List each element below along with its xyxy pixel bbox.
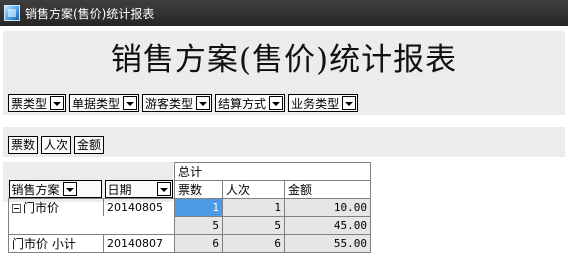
column-header-amount: 金额 (284, 180, 371, 199)
data-field-tickets[interactable]: 票数 (8, 136, 39, 154)
collapse-icon[interactable] (12, 204, 21, 213)
chevron-down-icon[interactable] (50, 96, 65, 110)
row-field-label: 销售方案 (11, 182, 60, 197)
filter-field-visitor-type[interactable]: 游客类型 (142, 94, 213, 112)
amount-cell[interactable]: 10.00 (284, 198, 371, 217)
subtotal-amount[interactable]: 55.00 (284, 234, 371, 253)
filter-field-label: 业务类型 (291, 96, 340, 111)
subtotal-tickets[interactable]: 6 (174, 234, 223, 253)
date-cell: 20140805 (107, 201, 163, 214)
chevron-down-icon[interactable] (123, 96, 138, 110)
pivot-table: 销售方案 日期 总计 票数 人次 金额 门市价 20140805 2014080… (8, 162, 371, 253)
filter-field-document-type[interactable]: 单据类型 (69, 94, 140, 112)
people-cell[interactable]: 1 (222, 198, 285, 217)
total-header: 总计 (174, 162, 371, 181)
people-cell[interactable]: 5 (222, 216, 285, 235)
subtotal-row: 门市价 小计 6 6 55.00 (8, 234, 371, 253)
group-name: 门市价 (23, 201, 60, 215)
window-titlebar: 销售方案(售价)统计报表 (0, 0, 568, 26)
filter-field-label: 票类型 (11, 96, 48, 111)
chevron-down-icon[interactable] (196, 96, 211, 110)
data-field-list: 票数 人次 金额 (8, 136, 107, 154)
row-field-date[interactable]: 日期 (104, 180, 173, 198)
filter-field-label: 结算方式 (218, 96, 267, 111)
column-header-people: 人次 (222, 180, 285, 199)
chevron-down-icon[interactable] (156, 182, 171, 196)
data-field-amount[interactable]: 金额 (74, 136, 105, 154)
app-icon (4, 5, 20, 21)
group-row-header[interactable]: 门市价 (9, 199, 104, 216)
filter-field-bar: 票类型 单据类型 游客类型 结算方式 业务类型 (8, 94, 361, 112)
amount-cell[interactable]: 45.00 (284, 216, 371, 235)
row-field-label: 日期 (107, 182, 132, 197)
chevron-down-icon[interactable] (269, 96, 284, 110)
date-cell: 20140807 (107, 237, 163, 250)
window-title: 销售方案(售价)统计报表 (25, 6, 155, 21)
tickets-cell[interactable]: 5 (174, 216, 223, 235)
chevron-down-icon[interactable] (342, 96, 357, 110)
filter-field-label: 游客类型 (145, 96, 194, 111)
row-field-sales-plan[interactable]: 销售方案 (8, 180, 102, 198)
subtotal-people[interactable]: 6 (222, 234, 285, 253)
filter-field-business-type[interactable]: 业务类型 (288, 94, 359, 112)
column-header-tickets: 票数 (174, 180, 223, 199)
filter-field-ticket-type[interactable]: 票类型 (8, 94, 67, 112)
row-field-list: 销售方案 日期 (8, 180, 175, 198)
filter-field-settlement-method[interactable]: 结算方式 (215, 94, 286, 112)
filter-field-label: 单据类型 (72, 96, 121, 111)
chevron-down-icon[interactable] (62, 182, 77, 196)
data-field-people[interactable]: 人次 (41, 136, 72, 154)
table-row: 门市价 20140805 20140807 1 1 10.00 (8, 198, 371, 252)
report-title: 销售方案(售价)统计报表 (110, 42, 458, 78)
window-body: 销售方案(售价)统计报表 票类型 单据类型 游客类型 结算方式 业务类型 票数 … (0, 26, 568, 278)
tickets-cell[interactable]: 1 (174, 198, 223, 217)
